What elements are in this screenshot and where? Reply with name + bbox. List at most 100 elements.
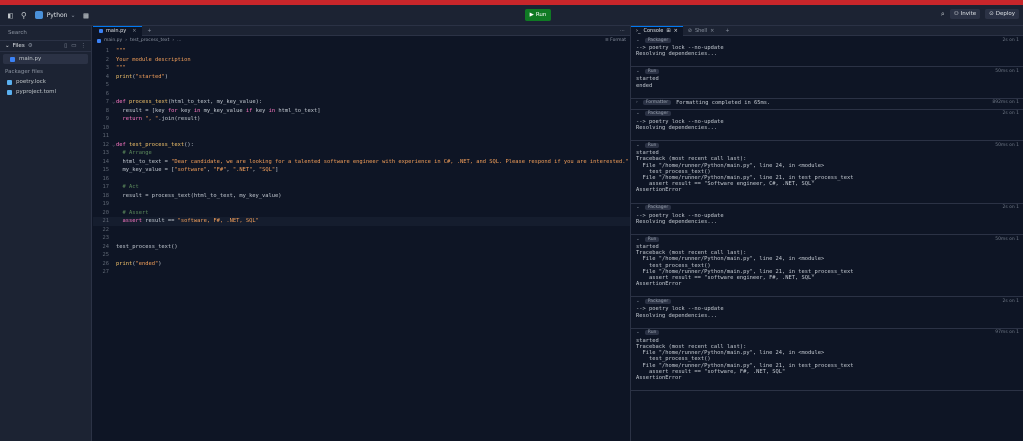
code-line[interactable]: 14 html_to_text = "Dear candidate, we ar… (93, 158, 630, 167)
chevron-down-icon[interactable]: ⌄ (636, 111, 640, 116)
tab-shell[interactable]: ⊘ Shell × (683, 26, 720, 36)
breadcrumb-item[interactable]: test_process_text (130, 38, 169, 43)
new-folder-icon[interactable]: ▭ (71, 43, 76, 49)
console-entry-header[interactable]: ⌄ Run 97ms on 1 (631, 329, 1023, 337)
console-entry-header[interactable]: ⌄ Packager 2s on 1 (631, 110, 1023, 118)
code-line[interactable]: 4 print("started") (93, 73, 630, 82)
code-token: "SQL" (258, 167, 276, 173)
line-number: 6 (105, 90, 109, 97)
close-icon[interactable]: × (674, 28, 678, 34)
fold-gutter (112, 81, 116, 90)
code-line[interactable]: 7 ⌄ def process_text (html_to_text, my_key_… (93, 98, 630, 107)
code-line[interactable]: 17 # Act (93, 183, 630, 192)
line-number: 11 (102, 133, 110, 139)
console-tabs: ›_ Console ⊞ × ⊘ Shell × + (631, 25, 1023, 36)
search-input[interactable]: Search (3, 27, 88, 39)
sidebar-toggle-icon[interactable]: ◧ (8, 11, 13, 20)
console-entry-header[interactable]: › Formatter Formatting completed in 65ms. 8… (631, 99, 1023, 107)
code-line[interactable]: 5 (93, 81, 630, 90)
code-line[interactable]: 27 (93, 268, 630, 277)
code-line[interactable]: 6 (93, 90, 630, 99)
chevron-down-icon[interactable]: ⌄ (636, 143, 640, 148)
close-icon[interactable]: × (710, 28, 714, 34)
code-token: """ (116, 48, 126, 54)
chevron-down-icon[interactable]: ⌄ (636, 38, 640, 43)
chevron-down-icon[interactable]: ⌄ (636, 237, 640, 242)
add-user-icon: ⚇ (953, 11, 959, 17)
console-entry-header[interactable]: ⌄ Run 50ms on 1 (631, 141, 1023, 149)
search-icon[interactable]: ⌕ (941, 10, 945, 19)
code-line[interactable]: 23 (93, 234, 630, 243)
code-token: ) (158, 260, 162, 267)
run-button[interactable]: ▶ Run (525, 9, 551, 21)
line-number: 4 (105, 73, 109, 80)
new-tab-button[interactable]: + (142, 28, 156, 34)
format-button[interactable]: ≡ Format (605, 38, 626, 43)
invite-button[interactable]: ⚇ Invite (949, 9, 981, 19)
deploy-button[interactable]: ⊙ Deploy (985, 9, 1019, 19)
close-icon[interactable]: × (132, 28, 136, 34)
console-entry-header[interactable]: ⌄ Packager 2s on 1 (631, 36, 1023, 44)
code-line[interactable]: 10 (93, 124, 630, 133)
tab-menu-icon[interactable]: ⊞ (666, 28, 670, 34)
code-line[interactable]: 2 Your module description (93, 56, 630, 65)
code-line[interactable]: 24 test_process_text() (93, 243, 630, 252)
code-line[interactable]: 18 result = process_text(html_to_text, m… (93, 192, 630, 201)
entry-badge: Packager (644, 111, 672, 117)
breadcrumb-item[interactable]: ... (177, 38, 181, 43)
breadcrumb-item[interactable]: main.py (104, 38, 122, 43)
python-file-icon (10, 56, 15, 62)
file-item-poetry-lock[interactable]: poetry.lock (0, 77, 91, 87)
tab-console[interactable]: ›_ Console ⊞ × (631, 25, 683, 36)
code-line[interactable]: 3 """ (93, 64, 630, 73)
code-line[interactable]: 8 result = [key for key in my_key_value … (93, 107, 630, 116)
code-line[interactable]: 19 (93, 200, 630, 209)
console-entry-header[interactable]: ⌄ Run 50ms on 1 (631, 67, 1023, 75)
toml-file-icon (7, 89, 12, 95)
code-line[interactable]: 11 (93, 132, 630, 141)
code-line[interactable]: 25 (93, 251, 630, 260)
chevron-down-icon[interactable]: ⌄ (636, 205, 640, 210)
more-menu-icon[interactable]: ⋮ (81, 43, 87, 49)
code-line[interactable]: 9 return ", " .join(result) (93, 115, 630, 124)
chevron-down-icon[interactable]: ⌄ (5, 43, 10, 49)
fold-gutter (112, 200, 116, 209)
chevron-down-icon[interactable]: ⌄ (636, 299, 640, 304)
code-token: key (177, 107, 194, 114)
more-menu-icon[interactable]: ⋯ (620, 28, 625, 34)
code-token: for (167, 107, 178, 114)
code-line[interactable]: 21 assert result == "software, F#, .NET,… (93, 217, 630, 226)
console-entry-header[interactable]: ⌄ Packager 2s on 1 (631, 204, 1023, 212)
entry-timestamp: 50ms on 1 (995, 142, 1019, 148)
grid-icon[interactable]: ▦ (84, 11, 89, 20)
entry-timestamp: 2s on 1 (1002, 298, 1019, 304)
console-entry-header[interactable]: ⌄ Run 50ms on 1 (631, 235, 1023, 243)
file-item-main-py[interactable]: main.py (3, 54, 88, 64)
code-line[interactable]: 22 (93, 226, 630, 235)
deploy-icon: ⊙ (989, 11, 994, 17)
code-line[interactable]: 13 # Arrange (93, 149, 630, 158)
entry-timestamp: 2s on 1 (1002, 205, 1019, 211)
console-entry-header[interactable]: ⌄ Packager 2s on 1 (631, 297, 1023, 305)
chevron-down-icon[interactable]: ⌄ (636, 69, 640, 74)
replit-logo-icon[interactable]: ⚲ (21, 11, 27, 20)
console-entry: ⌄ Packager 2s on 1 --> poetry lock --no-upd… (631, 36, 1023, 68)
fold-gutter (112, 124, 116, 133)
file-item-pyproject-toml[interactable]: pyproject.toml (0, 87, 91, 97)
code-line[interactable]: 12 ⌄ def test_process_text (): (93, 141, 630, 150)
code-line[interactable]: 15 my_key_value = ["software", "F#", ".N… (93, 166, 630, 175)
chevron-down-icon[interactable]: ⌄ (636, 330, 640, 335)
tab-main-py[interactable]: main.py × (93, 25, 143, 36)
code-area[interactable]: 1 """ 2 Your module description 3 """ 4 print("… (93, 45, 630, 277)
new-file-icon[interactable]: ▯ (64, 43, 67, 49)
chevron-right-icon[interactable]: › (636, 100, 638, 105)
line-number: 20 (102, 209, 110, 216)
project-switcher[interactable]: Python ⌄ (34, 11, 76, 19)
code-line[interactable]: 20 # Assert (93, 209, 630, 218)
code-line[interactable]: 1 """ (93, 47, 630, 56)
gear-icon[interactable]: ⚙ (28, 43, 33, 49)
code-line[interactable]: 16 (93, 175, 630, 184)
file-name: poetry.lock (16, 79, 46, 85)
code-line[interactable]: 26 print("ended") (93, 260, 630, 269)
new-tab-button[interactable]: + (719, 28, 735, 34)
